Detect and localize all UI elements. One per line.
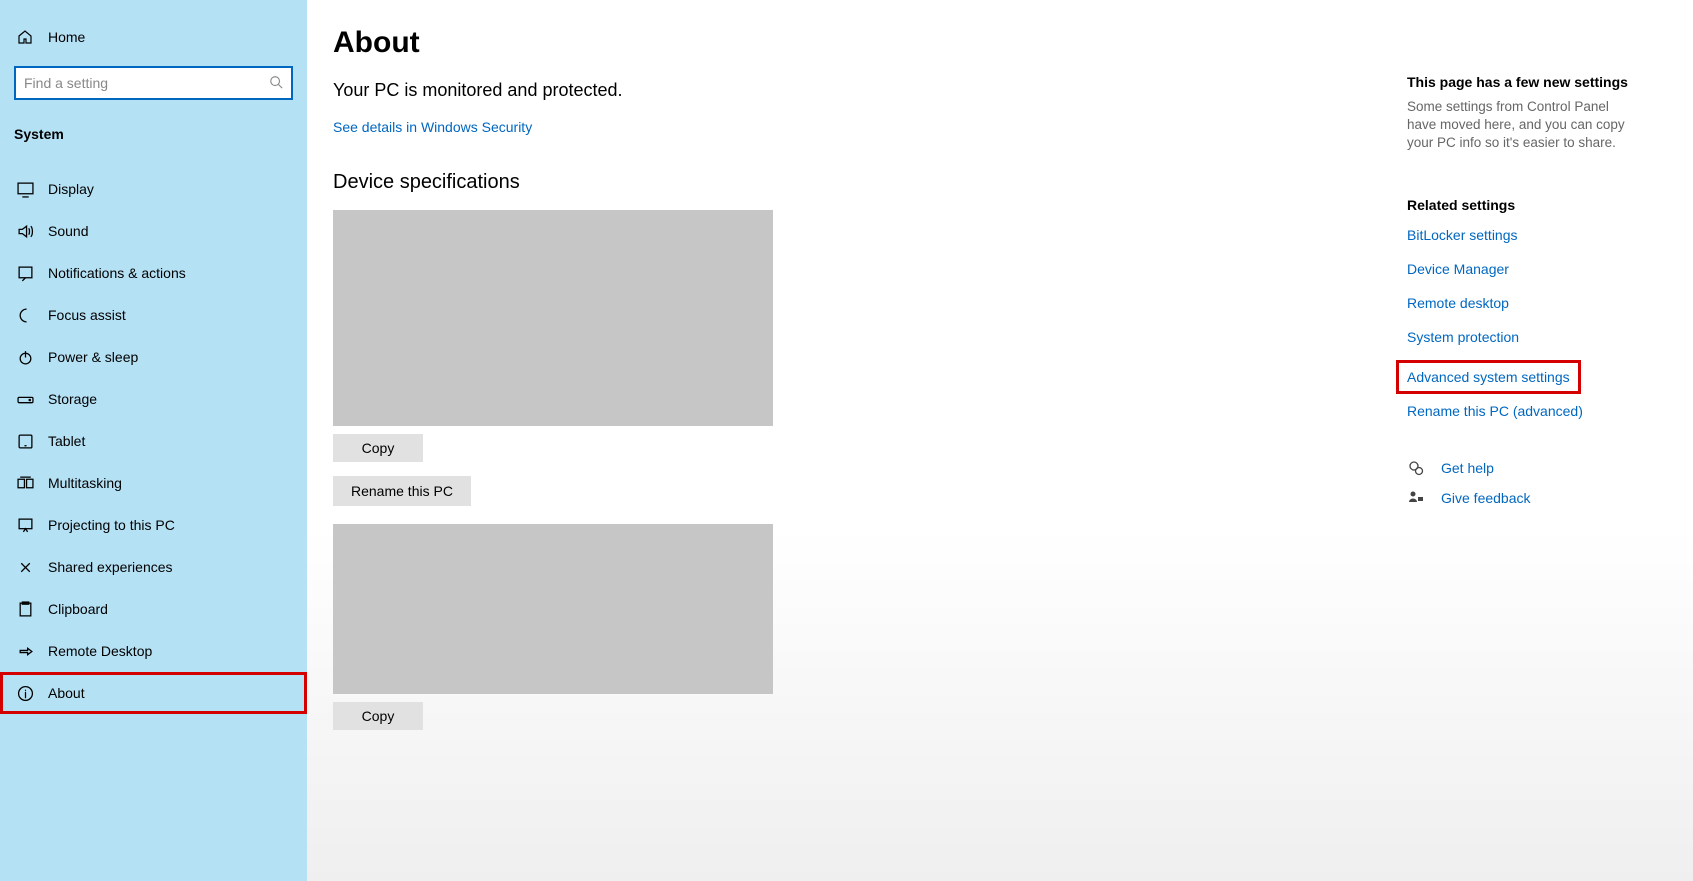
sidebar-item-label: Sound: [48, 223, 88, 239]
new-settings-description: Some settings from Control Panel have mo…: [1407, 98, 1637, 153]
new-settings-title: This page has a few new settings: [1407, 74, 1637, 90]
storage-icon: [16, 390, 34, 408]
sidebar-item-label: Display: [48, 181, 94, 197]
sidebar-item-tablet[interactable]: Tablet: [0, 420, 307, 462]
power-icon: [16, 348, 34, 366]
windows-specifications-block: [333, 524, 773, 694]
give-feedback-link[interactable]: Give feedback: [1407, 489, 1637, 507]
link-bitlocker-settings[interactable]: BitLocker settings: [1407, 227, 1637, 243]
notifications-icon: [16, 264, 34, 282]
sidebar-item-label: About: [48, 685, 85, 701]
related-settings-title: Related settings: [1407, 197, 1637, 213]
shared-experiences-icon: [16, 558, 34, 576]
sidebar-item-power-sleep[interactable]: Power & sleep: [0, 336, 307, 378]
sidebar-item-notifications[interactable]: Notifications & actions: [0, 252, 307, 294]
give-feedback-label: Give feedback: [1441, 490, 1531, 506]
sidebar-item-label: Multitasking: [48, 475, 122, 491]
copy-windows-specs-button[interactable]: Copy: [333, 702, 423, 730]
sidebar-item-label: Projecting to this PC: [48, 517, 175, 533]
sidebar-item-storage[interactable]: Storage: [0, 378, 307, 420]
sidebar-section-system: System: [0, 116, 307, 168]
link-device-manager[interactable]: Device Manager: [1407, 261, 1637, 277]
link-system-protection[interactable]: System protection: [1407, 329, 1637, 345]
get-help-link[interactable]: Get help: [1407, 459, 1637, 477]
display-icon: [16, 180, 34, 198]
sidebar-item-label: Storage: [48, 391, 97, 407]
link-advanced-system-settings[interactable]: Advanced system settings: [1399, 363, 1578, 391]
sidebar-item-clipboard[interactable]: Clipboard: [0, 588, 307, 630]
sidebar-item-display[interactable]: Display: [0, 168, 307, 210]
remote-desktop-icon: [16, 642, 34, 660]
sidebar-home-label: Home: [48, 29, 85, 45]
sidebar-item-label: Tablet: [48, 433, 85, 449]
about-icon: [16, 684, 34, 702]
feedback-icon: [1407, 489, 1425, 507]
focus-assist-icon: [16, 306, 34, 324]
sound-icon: [16, 222, 34, 240]
sidebar-item-projecting[interactable]: Projecting to this PC: [0, 504, 307, 546]
sidebar-item-label: Shared experiences: [48, 559, 173, 575]
related-settings-links: BitLocker settings Device Manager Remote…: [1407, 227, 1637, 419]
sidebar-item-label: Power & sleep: [48, 349, 138, 365]
sidebar-item-about[interactable]: About: [0, 672, 307, 714]
tablet-icon: [16, 432, 34, 450]
sidebar-item-label: Focus assist: [48, 307, 126, 323]
device-specifications-block: [333, 210, 773, 426]
clipboard-icon: [16, 600, 34, 618]
windows-security-link[interactable]: See details in Windows Security: [333, 119, 532, 135]
search-input-container[interactable]: [14, 66, 293, 100]
copy-device-specs-button[interactable]: Copy: [333, 434, 423, 462]
right-panel: This page has a few new settings Some se…: [1407, 74, 1637, 507]
sidebar-item-sound[interactable]: Sound: [0, 210, 307, 252]
settings-sidebar: Home System Display Sound Notifications …: [0, 0, 307, 881]
sidebar-item-shared-experiences[interactable]: Shared experiences: [0, 546, 307, 588]
page-title: About: [333, 26, 1663, 60]
get-help-label: Get help: [1441, 460, 1494, 476]
link-remote-desktop[interactable]: Remote desktop: [1407, 295, 1637, 311]
get-help-icon: [1407, 459, 1425, 477]
sidebar-item-label: Remote Desktop: [48, 643, 152, 659]
sidebar-item-multitasking[interactable]: Multitasking: [0, 462, 307, 504]
search-icon: [269, 75, 283, 92]
rename-pc-button[interactable]: Rename this PC: [333, 476, 471, 506]
main-content: About Your PC is monitored and protected…: [307, 0, 1693, 881]
sidebar-item-remote-desktop[interactable]: Remote Desktop: [0, 630, 307, 672]
sidebar-item-focus-assist[interactable]: Focus assist: [0, 294, 307, 336]
search-input[interactable]: [24, 75, 269, 91]
sidebar-item-label: Notifications & actions: [48, 265, 186, 281]
sidebar-item-label: Clipboard: [48, 601, 108, 617]
multitasking-icon: [16, 474, 34, 492]
sidebar-item-home[interactable]: Home: [0, 18, 307, 56]
home-icon: [16, 28, 34, 46]
link-rename-pc-advanced[interactable]: Rename this PC (advanced): [1407, 403, 1637, 419]
projecting-icon: [16, 516, 34, 534]
